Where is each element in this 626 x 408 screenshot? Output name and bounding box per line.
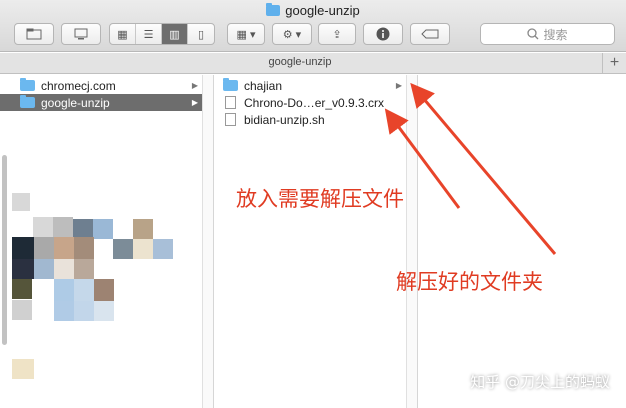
- watermark: 知乎 @刀尖上的蚂蚁: [470, 373, 610, 391]
- annotation-unzipped-folder: 解压好的文件夹: [396, 270, 543, 294]
- annotation-put-files: 放入需要解压文件: [236, 187, 404, 211]
- finder-window: google-unzip ▦ ☰ ▥ ▯ ▦ ▾ ⚙ ▾ ⇪ 搜索 google…: [0, 0, 626, 408]
